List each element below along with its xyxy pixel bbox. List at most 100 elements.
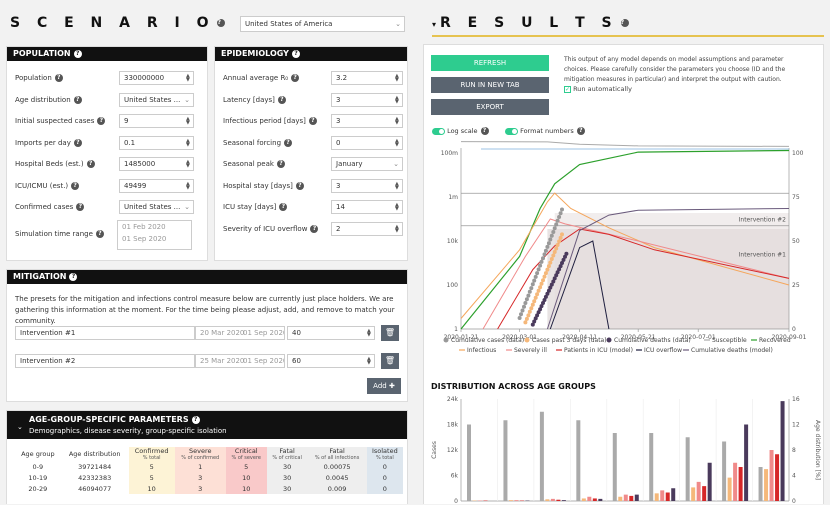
- table-cell[interactable]: 30: [267, 461, 308, 472]
- intervention-end-date[interactable]: 01 Sep 2020: [239, 327, 284, 339]
- table-cell[interactable]: 30: [267, 483, 308, 494]
- help-icon[interactable]: ?: [97, 117, 105, 125]
- spinner-icon[interactable]: ▲▼: [395, 182, 400, 190]
- help-icon[interactable]: ?: [69, 273, 77, 281]
- help-icon[interactable]: ?: [192, 416, 200, 424]
- epidemiology-field-input[interactable]: 3▲▼: [331, 179, 403, 193]
- population-field-input[interactable]: 9▲▼: [119, 114, 194, 128]
- spinner-icon[interactable]: ▲▼: [186, 117, 191, 125]
- trash-icon[interactable]: 🗑: [381, 325, 399, 341]
- spinner-icon[interactable]: ▲▼: [395, 96, 400, 104]
- table-cell[interactable]: 5: [129, 461, 175, 472]
- table-cell[interactable]: 5: [226, 461, 267, 472]
- help-icon[interactable]: ?: [277, 160, 285, 168]
- spinner-icon[interactable]: ▲▼: [395, 117, 400, 125]
- spinner-icon[interactable]: ▲▼: [367, 329, 372, 337]
- intervention-end-date[interactable]: 01 Sep 2020: [239, 355, 284, 367]
- export-button[interactable]: EXPORT: [431, 99, 549, 115]
- table-cell[interactable]: 10: [226, 472, 267, 483]
- spinner-icon[interactable]: ▲▼: [395, 203, 400, 211]
- spinner-icon[interactable]: ▲▼: [367, 357, 372, 365]
- table-cell[interactable]: 0: [367, 461, 403, 472]
- table-cell[interactable]: 30: [267, 472, 308, 483]
- spinner-icon[interactable]: ▲▼: [395, 225, 400, 233]
- help-icon[interactable]: ?: [279, 203, 287, 211]
- help-icon[interactable]: ?: [292, 50, 300, 58]
- table-cell[interactable]: 10: [226, 483, 267, 494]
- help-icon[interactable]: ?: [74, 96, 82, 104]
- help-icon[interactable]: ?: [71, 182, 79, 190]
- refresh-button[interactable]: REFRESH: [431, 55, 549, 71]
- intervention-name-input[interactable]: Intervention #1: [15, 326, 195, 340]
- help-icon[interactable]: ?: [278, 96, 286, 104]
- epidemiology-field-input[interactable]: 3.2▲▼: [331, 71, 403, 85]
- run-new-tab-button[interactable]: RUN IN NEW TAB: [431, 77, 549, 93]
- spinner-icon[interactable]: ▲▼: [395, 139, 400, 147]
- data-point: [556, 219, 560, 223]
- help-icon[interactable]: ?: [74, 139, 82, 147]
- spinner-icon[interactable]: ▲▼: [186, 160, 191, 168]
- chevron-down-icon: ⌄: [184, 94, 190, 106]
- help-icon[interactable]: ?: [74, 50, 82, 58]
- epidemiology-field-input[interactable]: 2▲▼: [331, 222, 403, 236]
- country-select[interactable]: United States of America⌄: [240, 16, 405, 32]
- toggle-icon[interactable]: [505, 128, 518, 135]
- epidemiology-field-select[interactable]: January⌄: [331, 157, 403, 171]
- help-icon[interactable]: ?: [87, 160, 95, 168]
- help-icon[interactable]: ?: [481, 127, 489, 135]
- epidemiology-field-input[interactable]: 0▲▼: [331, 136, 403, 150]
- intervention-value-input[interactable]: 40▲▼: [287, 326, 375, 340]
- help-icon[interactable]: ?: [621, 19, 629, 27]
- spinner-icon[interactable]: ▲▼: [186, 139, 191, 147]
- help-icon[interactable]: ?: [310, 225, 318, 233]
- table-cell[interactable]: 1: [175, 461, 226, 472]
- spinner-icon[interactable]: ▲▼: [395, 74, 400, 82]
- help-icon[interactable]: ?: [291, 74, 299, 82]
- table-cell[interactable]: 0.009: [308, 483, 367, 494]
- help-icon[interactable]: ?: [55, 74, 63, 82]
- collapse-icon[interactable]: ▾: [432, 20, 436, 29]
- epidemiology-field-input[interactable]: 3▲▼: [331, 114, 403, 128]
- spinner-icon[interactable]: ▲▼: [186, 74, 191, 82]
- help-icon[interactable]: ?: [284, 139, 292, 147]
- log-scale-toggle[interactable]: Log scale?: [432, 127, 489, 135]
- population-field-select[interactable]: United States ...⌄: [119, 200, 194, 214]
- intervention-name-input[interactable]: Intervention #2: [15, 354, 195, 368]
- help-icon[interactable]: ?: [96, 230, 104, 238]
- help-icon[interactable]: ?: [577, 127, 585, 135]
- main-chart[interactable]: 100m1m10k100110075502502020-01-212020-03…: [424, 139, 824, 369]
- collapse-icon[interactable]: ⌄: [17, 423, 23, 431]
- population-field-input[interactable]: 330000000▲▼: [119, 71, 194, 85]
- help-icon[interactable]: ?: [76, 203, 84, 211]
- checkbox-icon[interactable]: ✓: [564, 86, 571, 93]
- table-cell[interactable]: 3: [175, 483, 226, 494]
- table-cell[interactable]: 0: [367, 472, 403, 483]
- table-cell[interactable]: 0.0045: [308, 472, 367, 483]
- population-field-select[interactable]: United States ...⌄: [119, 93, 194, 107]
- sim-range-input[interactable]: 01 Feb 2020 01 Sep 2020: [117, 220, 192, 250]
- data-point: [537, 267, 541, 271]
- table-cell[interactable]: 0.00075: [308, 461, 367, 472]
- table-cell[interactable]: 3: [175, 472, 226, 483]
- help-icon[interactable]: ?: [296, 182, 304, 190]
- help-icon[interactable]: ?: [217, 19, 225, 27]
- toggle-icon[interactable]: [432, 128, 445, 135]
- population-field-input[interactable]: 0.1▲▼: [119, 136, 194, 150]
- spinner-icon[interactable]: ▲▼: [186, 182, 191, 190]
- trash-icon[interactable]: 🗑: [381, 353, 399, 369]
- age-bar-chart[interactable]: 24k18k12k6k01612840CasesAge distribution…: [424, 395, 824, 505]
- intervention-value-input[interactable]: 60▲▼: [287, 354, 375, 368]
- population-field-input[interactable]: 1485000▲▼: [119, 157, 194, 171]
- header-title: Age group: [17, 450, 59, 458]
- format-numbers-toggle[interactable]: Format numbers?: [505, 127, 585, 135]
- table-cell[interactable]: 10: [129, 483, 175, 494]
- epidemiology-field-input[interactable]: 14▲▼: [331, 200, 403, 214]
- add-intervention-button[interactable]: Add ✚: [367, 378, 401, 394]
- help-icon[interactable]: ?: [309, 117, 317, 125]
- table-cell[interactable]: 0: [367, 483, 403, 494]
- population-field-input[interactable]: 49499▲▼: [119, 179, 194, 193]
- epidemiology-field-input[interactable]: 3▲▼: [331, 93, 403, 107]
- age-group-header[interactable]: ⌄ AGE-GROUP-SPECIFIC PARAMETERS? Demogra…: [7, 411, 407, 439]
- run-auto-row[interactable]: ✓ Run automatically: [564, 85, 632, 93]
- table-cell[interactable]: 5: [129, 472, 175, 483]
